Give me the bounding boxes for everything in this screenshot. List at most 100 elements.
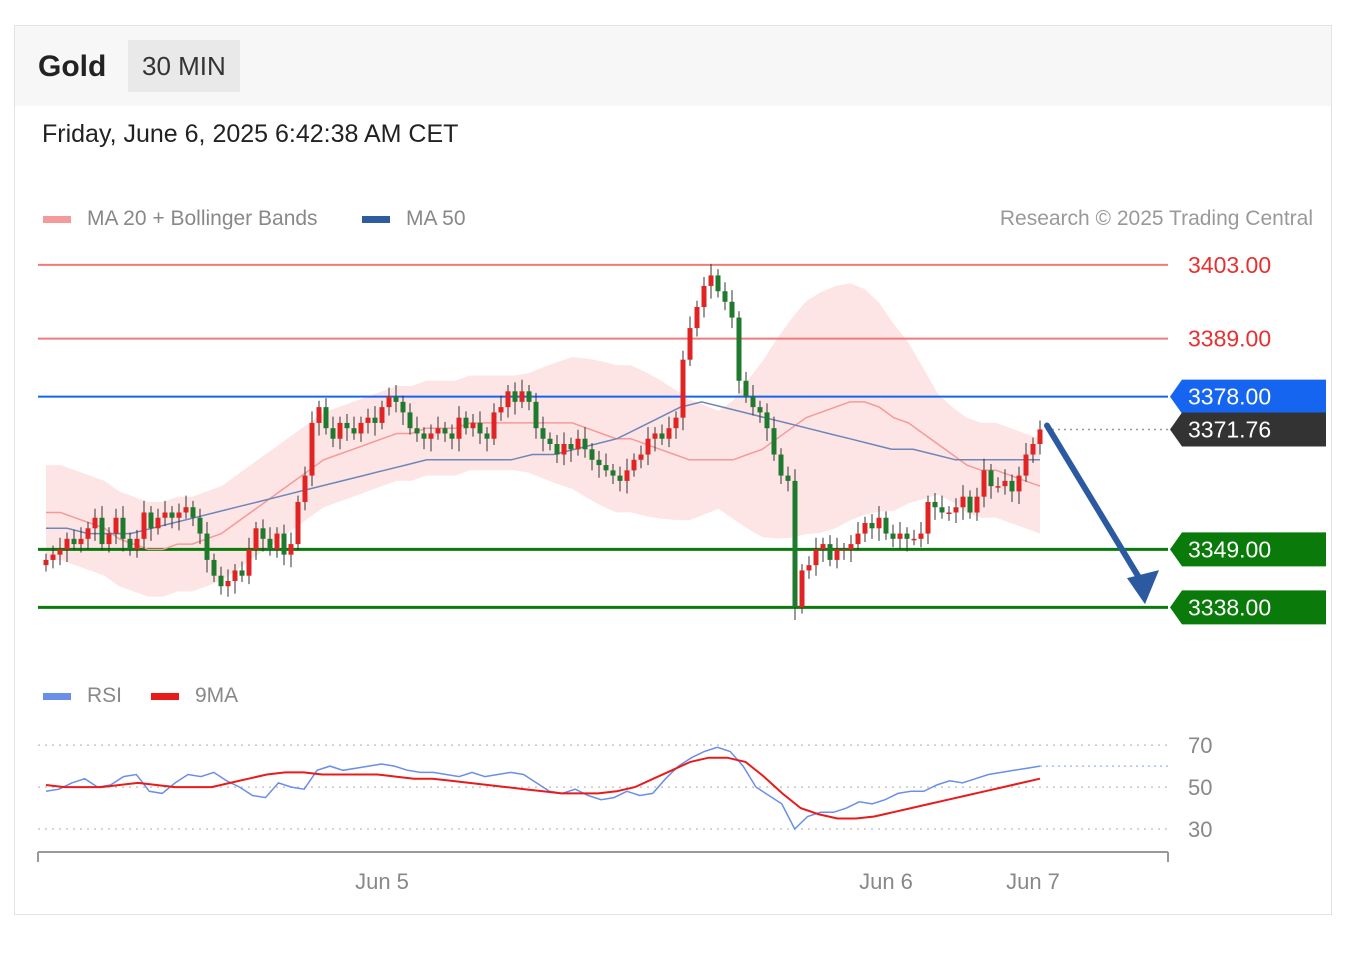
candle-body <box>365 417 371 423</box>
candle-body <box>470 422 476 429</box>
candle-body <box>295 501 301 545</box>
candle-body <box>323 407 329 429</box>
candle-body <box>246 549 252 576</box>
price-tag-3349-00: 3349.00 <box>1170 532 1326 567</box>
candle-body <box>883 517 889 534</box>
candle-body <box>113 517 119 534</box>
candle-body <box>281 533 287 555</box>
candle-body <box>78 538 84 545</box>
candle-body <box>918 533 924 539</box>
candle-body <box>813 549 819 566</box>
candle-body <box>617 475 623 481</box>
candle-body <box>638 454 644 460</box>
forecast-arrow-head <box>1127 570 1159 605</box>
candle-body <box>526 391 532 402</box>
candle-body <box>337 422 343 439</box>
candle-body <box>715 275 721 292</box>
candle-body <box>582 438 588 450</box>
candle-body <box>477 422 483 434</box>
candle-body <box>862 523 868 534</box>
candle-body <box>953 507 959 513</box>
candle-body <box>659 433 665 439</box>
candle-body <box>575 438 581 450</box>
candle-body <box>547 438 553 444</box>
candle-body <box>519 391 525 402</box>
price-chart: 3403.00 3389.00 3378.00 3371.76 3349.00 3338.… <box>37 252 1326 894</box>
candle-body <box>491 412 497 439</box>
rsi-tick-label: 50 <box>1188 775 1212 800</box>
candle-body <box>428 433 434 439</box>
candle-body <box>85 528 91 539</box>
candle-body <box>869 523 875 529</box>
candle-body <box>92 517 98 529</box>
candle-body <box>911 538 917 541</box>
candle-body <box>197 517 203 534</box>
candle-body <box>400 401 406 413</box>
rsi-9ma-line <box>45 756 1041 820</box>
candle-body <box>211 559 217 576</box>
candle-body <box>1030 444 1036 455</box>
candle-body <box>309 422 315 476</box>
candle-body <box>456 417 462 439</box>
candle-body <box>442 428 448 434</box>
candle-body <box>792 480 798 608</box>
candle-body <box>232 570 238 581</box>
candle-body <box>890 533 896 539</box>
price-tag-3378-00: 3378.00 <box>1170 379 1326 414</box>
candle-body <box>50 554 56 560</box>
rsi-line <box>45 746 1041 831</box>
candle-body <box>904 533 910 539</box>
candle-body <box>799 570 805 608</box>
candle-body <box>876 517 882 529</box>
candle-body <box>64 538 70 550</box>
price-tag-3389-00: 3389.00 <box>1188 326 1271 352</box>
candle-body <box>603 465 609 471</box>
candle-body <box>71 538 77 545</box>
candle-body <box>512 391 518 402</box>
candle-body <box>708 275 714 286</box>
level-label: 3371.76 <box>1188 416 1271 442</box>
candle-body <box>764 412 770 429</box>
candle-body <box>386 396 392 408</box>
candle-body <box>134 538 140 550</box>
level-label: 3389.00 <box>1188 326 1271 352</box>
candle-body <box>687 328 693 360</box>
level-label: 3403.00 <box>1188 252 1271 278</box>
x-tick-label: Jun 7 <box>1006 869 1060 894</box>
price-tag-3403-00: 3403.00 <box>1188 252 1271 278</box>
candle-body <box>316 407 322 423</box>
candle-body <box>827 544 833 560</box>
candle-body <box>239 570 245 576</box>
candle-body <box>736 317 742 381</box>
rsi-tick-label: 30 <box>1188 817 1212 842</box>
candle-body <box>414 428 420 434</box>
candle-body <box>554 444 560 455</box>
candle-body <box>449 433 455 439</box>
candle-body <box>981 470 987 497</box>
candle-body <box>225 580 231 587</box>
candle-body <box>253 528 259 550</box>
x-tick-label: Jun 6 <box>859 869 913 894</box>
candle-body <box>561 444 567 455</box>
candle-body <box>1023 454 1029 476</box>
candle-body <box>939 507 945 513</box>
level-label: 3349.00 <box>1188 536 1271 562</box>
candle-body <box>897 533 903 539</box>
candle-body <box>960 496 966 508</box>
candle-body <box>288 544 294 555</box>
candle-body <box>176 512 182 518</box>
candle-body <box>925 501 931 534</box>
candle-body <box>855 533 861 545</box>
candle-body <box>652 433 658 439</box>
candle-body <box>218 575 224 587</box>
candle-body <box>267 538 273 550</box>
candle-body <box>274 533 280 550</box>
candle-body <box>589 449 595 460</box>
candle-body <box>169 512 175 518</box>
candle-body <box>1016 475 1022 492</box>
candle-body <box>673 417 679 429</box>
price-tag-3371-76: 3371.76 <box>1170 412 1326 447</box>
candle-body <box>974 496 980 513</box>
candle-body <box>120 517 126 539</box>
candle-body <box>995 486 1001 488</box>
